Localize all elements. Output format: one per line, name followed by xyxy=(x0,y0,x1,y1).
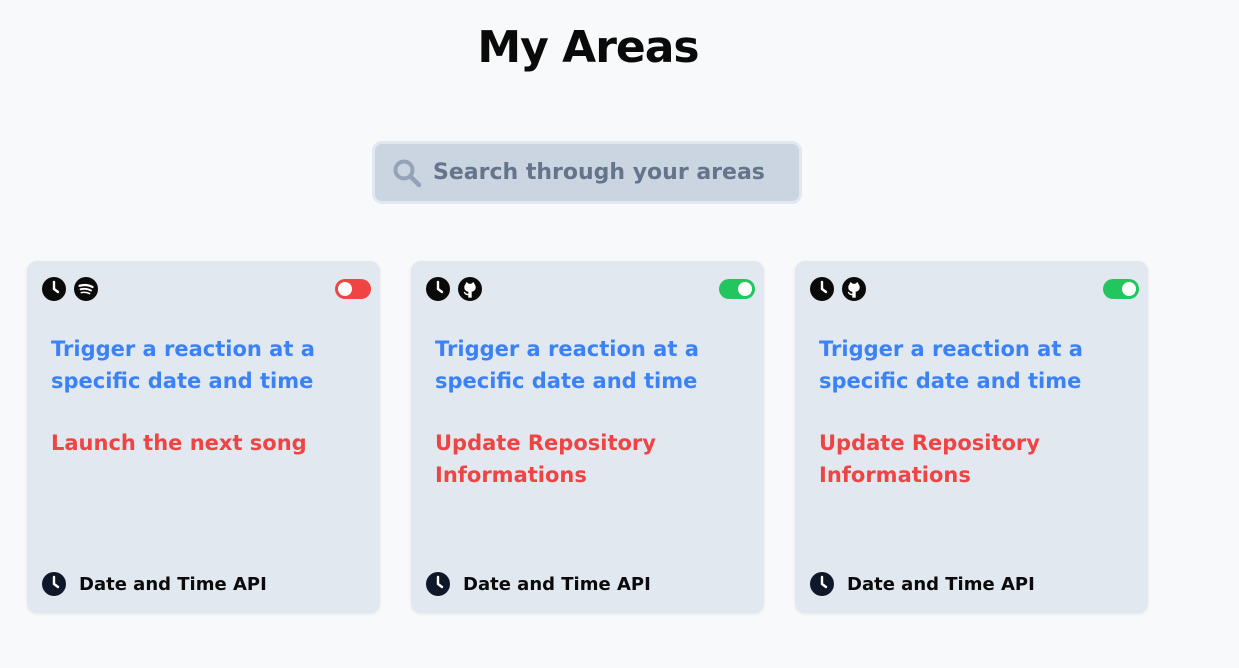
page-title: My Areas xyxy=(477,22,699,73)
area-toggle[interactable] xyxy=(1103,279,1139,299)
service-name: Date and Time API xyxy=(847,573,1035,595)
card-service-icons xyxy=(426,277,482,301)
search-input[interactable] xyxy=(433,160,773,185)
clock-icon xyxy=(42,277,66,301)
spotify-icon xyxy=(74,277,98,301)
card-footer: Date and Time API xyxy=(426,572,651,596)
reaction-description: Update Repository Informations xyxy=(435,431,656,487)
github-icon xyxy=(842,277,866,301)
area-toggle[interactable] xyxy=(719,279,755,299)
clock-icon xyxy=(810,572,834,596)
reaction-description: Update Repository Informations xyxy=(819,431,1040,487)
area-toggle[interactable] xyxy=(335,279,371,299)
toggle-knob xyxy=(338,282,352,296)
card-footer: Date and Time API xyxy=(810,572,1035,596)
clock-icon xyxy=(810,277,834,301)
service-name: Date and Time API xyxy=(463,573,651,595)
search-icon xyxy=(393,159,422,187)
card-service-icons xyxy=(42,277,98,301)
area-card[interactable]: Trigger a reaction at a specific date an… xyxy=(27,261,380,613)
clock-icon xyxy=(426,277,450,301)
card-service-icons xyxy=(810,277,866,301)
area-card[interactable]: Trigger a reaction at a specific date an… xyxy=(411,261,764,613)
clock-icon xyxy=(42,572,66,596)
card-footer: Date and Time API xyxy=(42,572,267,596)
action-description: Trigger a reaction at a specific date an… xyxy=(435,337,699,393)
toggle-knob xyxy=(738,282,752,296)
area-card[interactable]: Trigger a reaction at a specific date an… xyxy=(795,261,1148,613)
reaction-description: Launch the next song xyxy=(51,431,307,455)
clock-icon xyxy=(426,572,450,596)
search-bar[interactable] xyxy=(372,141,802,204)
action-description: Trigger a reaction at a specific date an… xyxy=(51,337,315,393)
service-name: Date and Time API xyxy=(79,573,267,595)
action-description: Trigger a reaction at a specific date an… xyxy=(819,337,1083,393)
github-icon xyxy=(458,277,482,301)
toggle-knob xyxy=(1122,282,1136,296)
